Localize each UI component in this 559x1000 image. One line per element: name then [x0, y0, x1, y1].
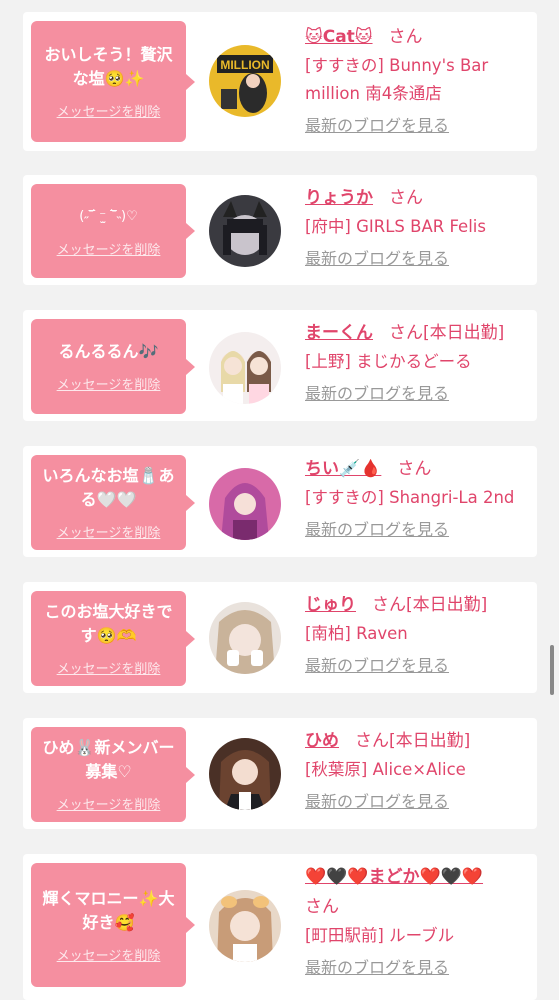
shop-name[interactable]: [秋葉原] Alice×Alice [305, 756, 529, 784]
message-bubble: いろんなお塩🧂ある🤍🤍 メッセージを削除 [31, 455, 195, 550]
sender-name-link[interactable]: ❤️🖤❤️まどか❤️🖤❤️ [305, 867, 483, 887]
shop-name[interactable]: [すすきの] Shangri-La 2nd [305, 484, 529, 512]
sender-name-link[interactable]: 🐱Cat🐱 [305, 27, 373, 47]
message-card: このお塩大好きです🥺🫶 メッセージを削除 じゅり さん[本日出勤] [南柏] Ra… [23, 582, 537, 693]
sender-info: 🐱Cat🐱 さん [すすきの] Bunny's Bar million 南4条通店… [305, 22, 529, 136]
delete-message-link[interactable]: メッセージを削除 [57, 945, 161, 964]
honorific: さん[本日出勤] [355, 731, 471, 751]
message-card: おいしそう！贅沢な塩🥺✨ メッセージを削除 MILLION 🐱Cat🐱 さん [す… [23, 12, 537, 151]
sender-info: まーくん さん[本日出勤] [上野] まじかるどーる 最新のブログを見る [305, 318, 529, 404]
avatar-image [209, 602, 281, 674]
message-card: (˶‾᷄ ⁻̫ ‾᷅˵)♡ メッセージを削除 りょうか さん [府中] GIRLS… [23, 175, 537, 285]
latest-blog-link[interactable]: 最新のブログを見る [305, 112, 449, 136]
delete-message-link[interactable]: メッセージを削除 [57, 658, 161, 677]
message-card: るんるるん🎶 メッセージを削除 まーくん さん[本日出勤] [上野] まじかるどー… [23, 310, 537, 421]
sender-info: じゅり さん[本日出勤] [南柏] Raven 最新のブログを見る [305, 590, 529, 676]
message-bubble: (˶‾᷄ ⁻̫ ‾᷅˵)♡ メッセージを削除 [31, 184, 195, 278]
delete-message-link[interactable]: メッセージを削除 [57, 794, 161, 813]
delete-message-link[interactable]: メッセージを削除 [57, 239, 161, 258]
sender-info: ちい💉🩸 さん [すすきの] Shangri-La 2nd 最新のブログを見る [305, 454, 529, 540]
shop-name[interactable]: [町田駅前] ルーブル [305, 922, 529, 950]
avatar-image [209, 468, 281, 540]
sender-info: ❤️🖤❤️まどか❤️🖤❤️ さん [町田駅前] ルーブル 最新のブログを見る [305, 862, 529, 978]
message-bubble: このお塩大好きです🥺🫶 メッセージを削除 [31, 591, 195, 686]
message-text: (˶‾᷄ ⁻̫ ‾᷅˵)♡ [79, 208, 138, 224]
avatar-image [209, 195, 281, 267]
message-bubble: 輝くマロニー✨大好き🥰 メッセージを削除 [31, 863, 195, 987]
sender-name-link[interactable]: じゅり [305, 595, 356, 615]
latest-blog-link[interactable]: 最新のブログを見る [305, 516, 449, 540]
sender-name-link[interactable]: ちい💉🩸 [305, 459, 381, 479]
sender-name-link[interactable]: りょうか [305, 188, 373, 208]
message-bubble: るんるるん🎶 メッセージを削除 [31, 319, 195, 414]
message-card: ひめ🐰新メンバー募集♡ メッセージを削除 ひめ さん[本日出勤] [秋葉原] Al… [23, 718, 537, 829]
avatar[interactable] [209, 602, 281, 674]
avatar-image [209, 890, 281, 962]
latest-blog-link[interactable]: 最新のブログを見る [305, 954, 449, 978]
message-text: 輝くマロニー✨大好き🥰 [42, 888, 175, 932]
sender-name-link[interactable]: ひめ [305, 731, 339, 751]
avatar[interactable] [209, 738, 281, 810]
avatar[interactable] [209, 468, 281, 540]
latest-blog-link[interactable]: 最新のブログを見る [305, 788, 449, 812]
sender-info: りょうか さん [府中] GIRLS BAR Felis 最新のブログを見る [305, 183, 529, 269]
delete-message-link[interactable]: メッセージを削除 [57, 374, 161, 393]
honorific: さん[本日出勤] [389, 323, 505, 343]
message-text: るんるるん🎶 [58, 342, 159, 361]
message-bubble: おいしそう！贅沢な塩🥺✨ メッセージを削除 [31, 21, 195, 142]
message-bubble: ひめ🐰新メンバー募集♡ メッセージを削除 [31, 727, 195, 822]
avatar-image: MILLION [209, 45, 281, 117]
latest-blog-link[interactable]: 最新のブログを見る [305, 380, 449, 404]
honorific: さん [389, 188, 423, 208]
shop-name[interactable]: [すすきの] Bunny's Bar million 南4条通店 [305, 52, 529, 108]
avatar[interactable] [209, 890, 281, 962]
shop-name[interactable]: [南柏] Raven [305, 620, 529, 648]
message-text: このお塩大好きです🥺🫶 [44, 602, 173, 645]
delete-message-link[interactable]: メッセージを削除 [57, 522, 161, 541]
message-card: 輝くマロニー✨大好き🥰 メッセージを削除 ❤️🖤❤️まどか❤️🖤❤️ さん [町… [23, 854, 537, 1000]
svg-text:MILLION: MILLION [220, 58, 269, 72]
scrollbar[interactable] [550, 645, 554, 695]
honorific: さん [305, 897, 339, 917]
message-text: おいしそう！贅沢な塩🥺✨ [44, 45, 173, 88]
delete-message-link[interactable]: メッセージを削除 [57, 101, 161, 120]
avatar[interactable]: MILLION [209, 45, 281, 117]
avatar[interactable] [209, 195, 281, 267]
latest-blog-link[interactable]: 最新のブログを見る [305, 652, 449, 676]
shop-name[interactable]: [上野] まじかるどーる [305, 348, 529, 376]
message-card: いろんなお塩🧂ある🤍🤍 メッセージを削除 ちい💉🩸 さん [すすきの] Shang… [23, 446, 537, 557]
honorific: さん [388, 27, 423, 47]
shop-name[interactable]: [府中] GIRLS BAR Felis [305, 213, 529, 241]
message-text: ひめ🐰新メンバー募集♡ [42, 738, 175, 781]
sender-name-link[interactable]: まーくん [305, 323, 373, 343]
latest-blog-link[interactable]: 最新のブログを見る [305, 245, 449, 269]
sender-info: ひめ さん[本日出勤] [秋葉原] Alice×Alice 最新のブログを見る [305, 726, 529, 812]
message-text: いろんなお塩🧂ある🤍🤍 [42, 466, 175, 509]
avatar-image [209, 332, 281, 404]
honorific: さん[本日出勤] [372, 595, 488, 615]
honorific: さん [397, 459, 432, 479]
avatar-image [209, 738, 281, 810]
avatar[interactable] [209, 332, 281, 404]
